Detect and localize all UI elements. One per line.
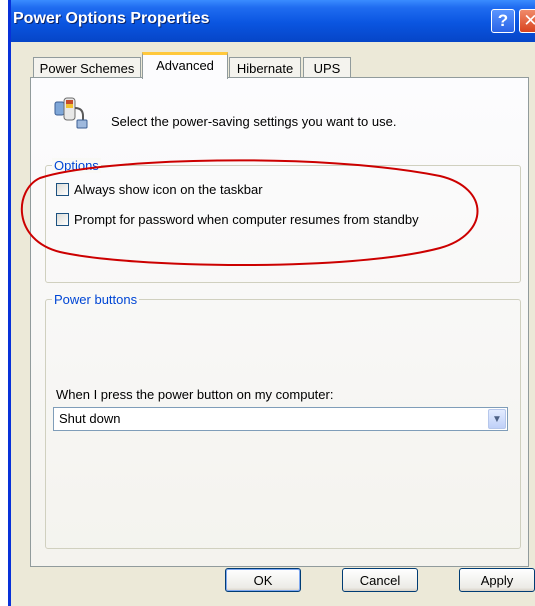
power-plug-icon	[54, 97, 88, 129]
advanced-tab-panel: Select the power-saving settings you wan…	[30, 77, 529, 567]
close-icon: ✕	[523, 11, 535, 31]
show-taskbar-icon-checkbox[interactable]	[56, 183, 69, 196]
power-buttons-group: Power buttons When I press the power but…	[45, 292, 521, 549]
prompt-password-label: Prompt for password when computer resume…	[74, 212, 419, 227]
title-bar[interactable]: Power Options Properties ? ✕	[11, 0, 535, 42]
prompt-password-option[interactable]: Prompt for password when computer resume…	[56, 212, 419, 227]
power-button-action-value: Shut down	[59, 411, 121, 426]
power-button-action-label: When I press the power button on my comp…	[56, 387, 334, 402]
cancel-button[interactable]: Cancel	[342, 568, 418, 592]
show-taskbar-icon-label: Always show icon on the taskbar	[74, 182, 263, 197]
ok-button[interactable]: OK	[225, 568, 301, 592]
tab-hibernate[interactable]: Hibernate	[229, 57, 301, 78]
tab-ups[interactable]: UPS	[303, 57, 351, 78]
header-description: Select the power-saving settings you wan…	[111, 114, 397, 129]
power-buttons-legend: Power buttons	[52, 292, 140, 307]
chevron-down-icon[interactable]: ▼	[488, 409, 506, 429]
help-button[interactable]: ?	[491, 9, 515, 33]
power-button-action-select[interactable]: Shut down ▼	[53, 407, 508, 431]
tab-strip: Power Schemes Advanced Hibernate UPS	[11, 52, 535, 79]
tab-power-schemes[interactable]: Power Schemes	[33, 57, 141, 78]
options-group: Options Always show icon on the taskbar …	[45, 158, 521, 283]
show-taskbar-icon-option[interactable]: Always show icon on the taskbar	[56, 182, 263, 197]
prompt-password-checkbox[interactable]	[56, 213, 69, 226]
options-legend: Options	[52, 158, 101, 173]
window-title: Power Options Properties	[13, 10, 210, 27]
question-icon: ?	[497, 11, 509, 30]
power-options-window: Power Options Properties ? ✕ Power Schem…	[8, 0, 535, 606]
close-button[interactable]: ✕	[519, 9, 535, 33]
apply-button[interactable]: Apply	[459, 568, 535, 592]
tab-advanced[interactable]: Advanced	[142, 52, 228, 79]
